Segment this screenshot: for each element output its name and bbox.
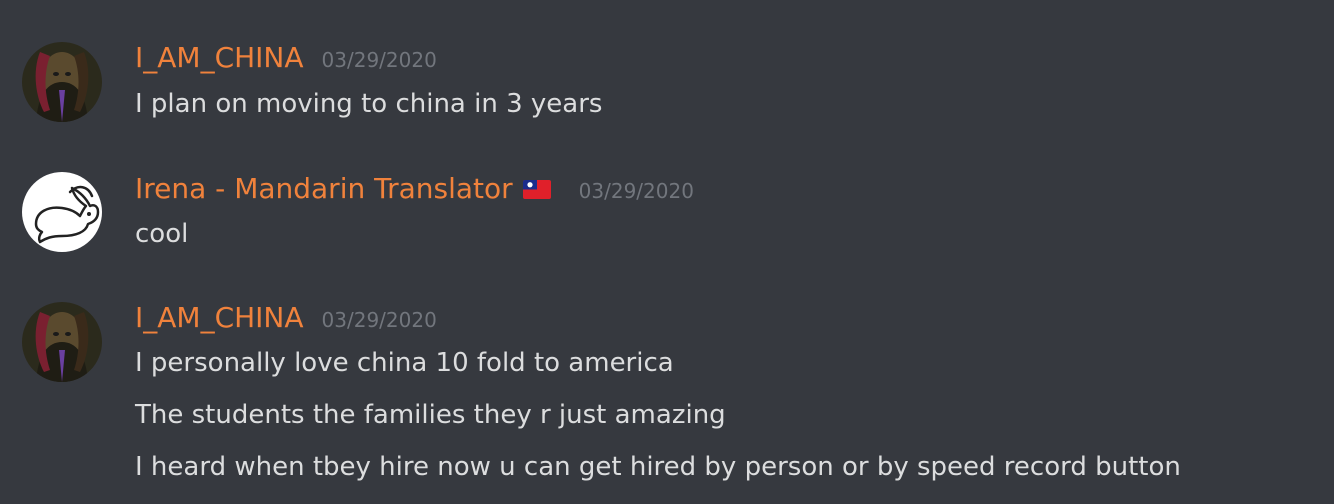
- message-timestamp: 03/29/2020: [321, 48, 437, 72]
- dark-portrait-avatar-icon: [22, 302, 102, 382]
- dark-portrait-avatar-icon: [22, 42, 102, 122]
- message-text: I heard when tbey hire now u can get hir…: [135, 452, 1181, 482]
- author-name[interactable]: I_AM_CHINA: [135, 40, 304, 76]
- user-avatar[interactable]: [22, 302, 102, 382]
- message-text: I personally love china 10 fold to ameri…: [135, 348, 674, 378]
- author-name[interactable]: I_AM_CHINA: [135, 300, 304, 336]
- message-text: I plan on moving to china in 3 years: [135, 89, 603, 119]
- message-timestamp: 03/29/2020: [321, 308, 437, 332]
- message-timestamp: 03/29/2020: [578, 179, 694, 203]
- rabbit-avatar-icon: [22, 172, 102, 252]
- message-text: cool: [135, 219, 189, 249]
- message-text: The students the families they r just am…: [135, 400, 726, 430]
- user-avatar[interactable]: [22, 172, 102, 252]
- user-avatar[interactable]: [22, 42, 102, 122]
- taiwan-flag-icon: [522, 180, 551, 199]
- author-name[interactable]: Irena - Mandarin Translator: [135, 171, 513, 207]
